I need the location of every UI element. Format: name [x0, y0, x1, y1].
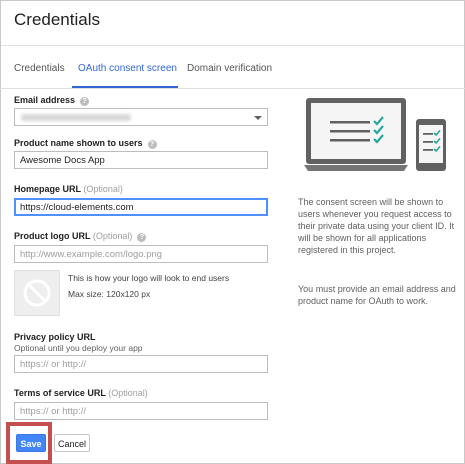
logo-preview: [14, 270, 60, 316]
homepage-url-input[interactable]: https://cloud-elements.com: [14, 198, 268, 216]
chevron-down-icon: [254, 116, 262, 120]
active-tab-indicator: [72, 86, 178, 88]
logo-url-input[interactable]: http://www.example.com/logo.png: [14, 245, 268, 263]
header-divider: [1, 45, 464, 46]
logo-preview-note: This is how your logo will look to end u…: [68, 273, 230, 283]
no-image-icon: [23, 279, 51, 307]
homepage-label: Homepage URL (Optional): [14, 184, 123, 194]
terms-url-input[interactable]: https:// or http://: [14, 402, 268, 420]
privacy-sublabel: Optional until you deploy your app: [14, 343, 143, 353]
help-icon[interactable]: ?: [147, 140, 157, 149]
terms-label: Terms of service URL (Optional): [14, 388, 148, 398]
email-label: Email address?: [14, 95, 90, 106]
save-button[interactable]: Save: [16, 434, 46, 452]
logo-max-size: Max size: 120x120 px: [68, 289, 151, 299]
product-name-input[interactable]: Awesome Docs App: [14, 151, 268, 169]
page-title: Credentials: [14, 10, 100, 29]
cancel-button[interactable]: Cancel: [54, 434, 90, 452]
email-value-redacted: [21, 114, 131, 121]
consent-screen-illustration: [304, 98, 446, 171]
help-icon[interactable]: ?: [137, 233, 147, 242]
product-name-label: Product name shown to users?: [14, 138, 157, 149]
tab-domain-verification[interactable]: Domain verification: [187, 63, 272, 74]
email-select[interactable]: [14, 108, 268, 126]
privacy-url-input[interactable]: https:// or http://: [14, 355, 268, 373]
logo-url-label: Product logo URL (Optional)?: [14, 231, 147, 242]
tab-oauth-consent-screen[interactable]: OAuth consent screen: [78, 63, 177, 74]
help-icon[interactable]: ?: [80, 97, 90, 106]
tab-bar: Credentials OAuth consent screen Domain …: [0, 55, 465, 89]
privacy-label: Privacy policy URL: [14, 332, 96, 342]
consent-description: The consent screen will be shown to user…: [298, 197, 455, 255]
tab-credentials[interactable]: Credentials: [14, 63, 65, 74]
consent-requirement: You must provide an email address and pr…: [298, 284, 456, 306]
